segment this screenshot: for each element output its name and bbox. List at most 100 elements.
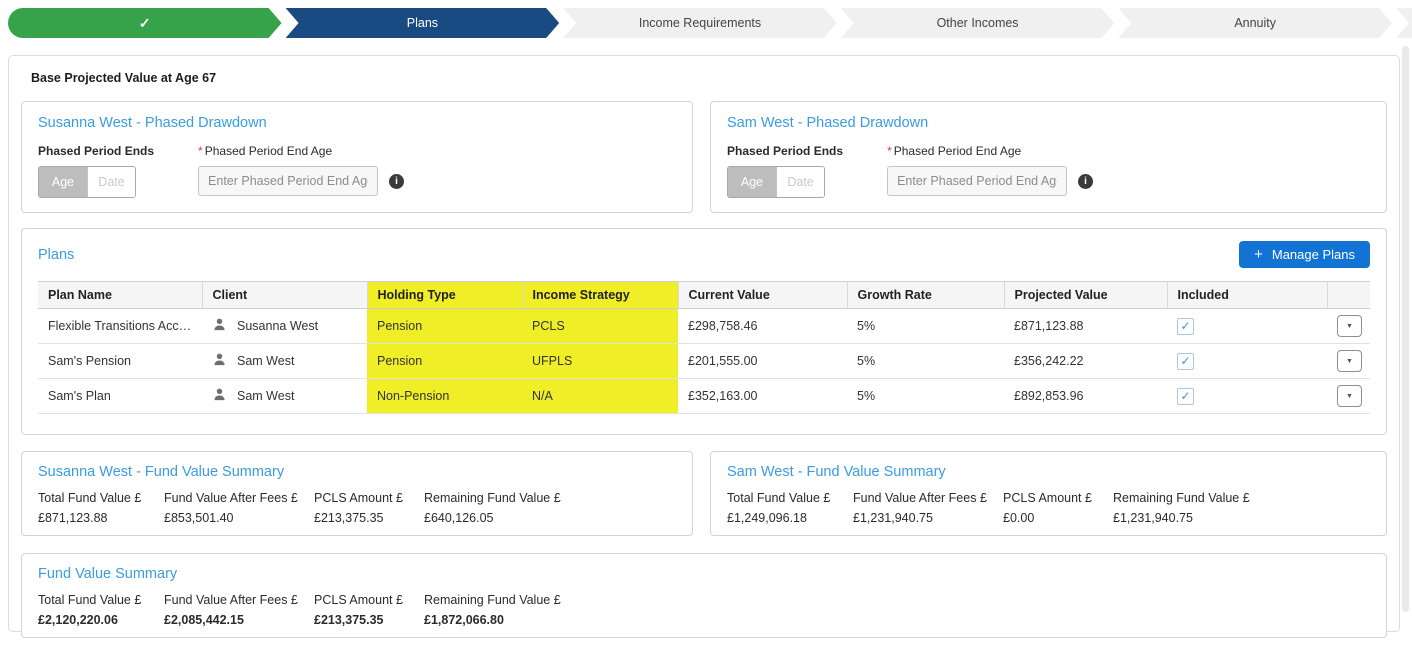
wizard-step-label: Plans [406, 16, 439, 30]
actions-cell: ▼ [1327, 378, 1370, 414]
summary-title: Susanna West - Fund Value Summary [38, 464, 285, 480]
person-icon [212, 352, 227, 370]
holding-type-cell: Pension [367, 343, 522, 379]
included-cell: ✓ [1167, 308, 1327, 344]
required-marker: * [887, 144, 892, 158]
summary-value: £853,501.40 [164, 511, 234, 525]
plans-title: Plans [38, 246, 75, 263]
scrollbar-track [1402, 46, 1410, 616]
included-cell: ✓ [1167, 343, 1327, 379]
summary-value: £1,872,066.80 [424, 613, 504, 627]
included-checkbox[interactable]: ✓ [1177, 352, 1194, 370]
manage-plans-button[interactable]: + Manage Plans [1239, 241, 1370, 268]
current-value-cell: £298,758.46 [678, 308, 847, 344]
summary-value: £213,375.35 [314, 613, 384, 627]
fund-value-summary-panel-total: Fund Value Summary Total Fund Value £ £2… [21, 553, 1387, 638]
wizard-step-label: Other Incomes [936, 16, 1019, 30]
info-icon[interactable]: i [1078, 173, 1094, 189]
summary-label: Remaining Fund Value £ [1113, 491, 1250, 505]
fund-value-summary-panel-sam: Sam West - Fund Value Summary Total Fund… [710, 451, 1387, 536]
summary-label: Fund Value After Fees £ [164, 491, 298, 505]
projected-value-cell: £871,123.88 [1004, 308, 1167, 344]
included-checkbox[interactable]: ✓ [1177, 387, 1194, 405]
client-cell: Sam West [202, 343, 367, 379]
info-icon[interactable]: i [389, 173, 405, 189]
panel-title: Susanna West - Phased Drawdown [38, 115, 267, 131]
phased-period-end-age-input[interactable] [887, 166, 1068, 196]
summary-label: PCLS Amount £ [314, 593, 403, 607]
column-header-projected-value[interactable]: Projected Value [1004, 281, 1168, 309]
column-header-current-value[interactable]: Current Value [678, 281, 848, 309]
plan-name-cell: Sam's Pension [38, 343, 202, 379]
column-header-income-strategy[interactable]: Income Strategy [522, 281, 679, 309]
summary-label: Total Fund Value £ [38, 491, 142, 505]
summary-item: Fund Value After Fees £ £2,085,442.15 [164, 593, 314, 627]
summary-item: PCLS Amount £ £213,375.35 [314, 593, 424, 627]
summary-value: £1,249,096.18 [727, 511, 807, 525]
wizard-step-other-incomes[interactable]: Other Incomes [841, 8, 1115, 38]
plan-name-cell: Sam's Plan [38, 378, 202, 414]
phased-period-end-age-label: * Phased Period End Age [887, 144, 1022, 158]
current-value-cell: £201,555.00 [678, 343, 847, 379]
summary-title: Fund Value Summary [38, 566, 178, 582]
growth-rate-cell: 5% [847, 308, 1004, 344]
wizard-step-completed[interactable]: ✓ [8, 8, 282, 38]
column-header-holding-type[interactable]: Holding Type [367, 281, 523, 309]
included-checkbox[interactable]: ✓ [1177, 317, 1194, 335]
summary-item: Fund Value After Fees £ £1,231,940.75 [853, 491, 1003, 525]
check-icon: ✓ [138, 14, 151, 31]
summary-item: PCLS Amount £ £0.00 [1003, 491, 1113, 525]
table-row: Flexible Transitions Accou... Susanna We… [38, 308, 1370, 344]
age-toggle-button[interactable]: Age [728, 167, 777, 197]
summary-value: £2,085,442.15 [164, 613, 244, 627]
summary-value: £871,123.88 [38, 511, 108, 525]
column-header-growth-rate[interactable]: Growth Rate [847, 281, 1005, 309]
wizard-step-income-requirements[interactable]: Income Requirements [563, 8, 837, 38]
age-date-toggle: Age Date [727, 166, 826, 198]
summary-value: £1,231,940.75 [853, 511, 933, 525]
date-toggle-button[interactable]: Date [776, 167, 825, 197]
main-container: Base Projected Value at Age 67 Susanna W… [8, 55, 1400, 638]
fund-value-summary-panel-susanna: Susanna West - Fund Value Summary Total … [21, 451, 694, 536]
table-row: Sam's Plan Sam West Non-Pension N/A £352… [38, 378, 1370, 414]
summary-value: £1,231,940.75 [1113, 511, 1193, 525]
scrollbar-thumb[interactable] [1402, 46, 1409, 612]
income-strategy-cell: N/A [522, 378, 678, 414]
growth-rate-cell: 5% [847, 343, 1004, 379]
summary-label: Remaining Fund Value £ [424, 593, 561, 607]
phased-period-end-age-input[interactable] [198, 166, 379, 196]
projected-value-cell: £356,242.22 [1004, 343, 1167, 379]
summary-item: Total Fund Value £ £2,120,220.06 [38, 593, 164, 627]
growth-rate-cell: 5% [847, 378, 1004, 414]
column-header-included[interactable]: Included [1167, 281, 1328, 309]
projected-value-cell: £892,853.96 [1004, 378, 1167, 414]
wizard-step-plans[interactable]: Plans [286, 8, 560, 38]
phased-drawdown-panel-susanna: Susanna West - Phased Drawdown Phased Pe… [21, 101, 694, 213]
phased-drawdown-panel-sam: Sam West - Phased Drawdown Phased Period… [710, 101, 1387, 213]
row-dropdown-button[interactable]: ▼ [1337, 350, 1362, 372]
client-cell: Susanna West [202, 308, 367, 344]
summary-label: PCLS Amount £ [1003, 491, 1092, 505]
summary-item: PCLS Amount £ £213,375.35 [314, 491, 424, 525]
client-cell: Sam West [202, 378, 367, 414]
wizard-step-annuity[interactable]: Annuity [1118, 8, 1392, 38]
wizard-step-label: Income Requirements [638, 16, 762, 30]
income-strategy-cell: PCLS [522, 308, 678, 344]
required-marker: * [198, 144, 203, 158]
holding-type-cell: Pension [367, 308, 522, 344]
row-dropdown-button[interactable]: ▼ [1337, 315, 1362, 337]
summary-label: Fund Value After Fees £ [164, 593, 298, 607]
date-toggle-button[interactable]: Date [87, 167, 135, 197]
wizard-step-label: Annuity [1234, 16, 1277, 30]
current-value-cell: £352,163.00 [678, 378, 847, 414]
column-header-plan-name[interactable]: Plan Name [38, 281, 203, 309]
person-icon [212, 387, 227, 405]
age-toggle-button[interactable]: Age [39, 167, 87, 197]
plans-table: Plan Name Client Holding Type Income Str… [38, 281, 1370, 414]
column-header-client[interactable]: Client [202, 281, 368, 309]
row-dropdown-button[interactable]: ▼ [1337, 385, 1362, 407]
summary-label: Fund Value After Fees £ [853, 491, 987, 505]
summary-label: Total Fund Value £ [727, 491, 831, 505]
summary-value: £0.00 [1003, 511, 1035, 525]
plans-panel: Plans + Manage Plans Plan Name Client Ho… [21, 228, 1387, 435]
